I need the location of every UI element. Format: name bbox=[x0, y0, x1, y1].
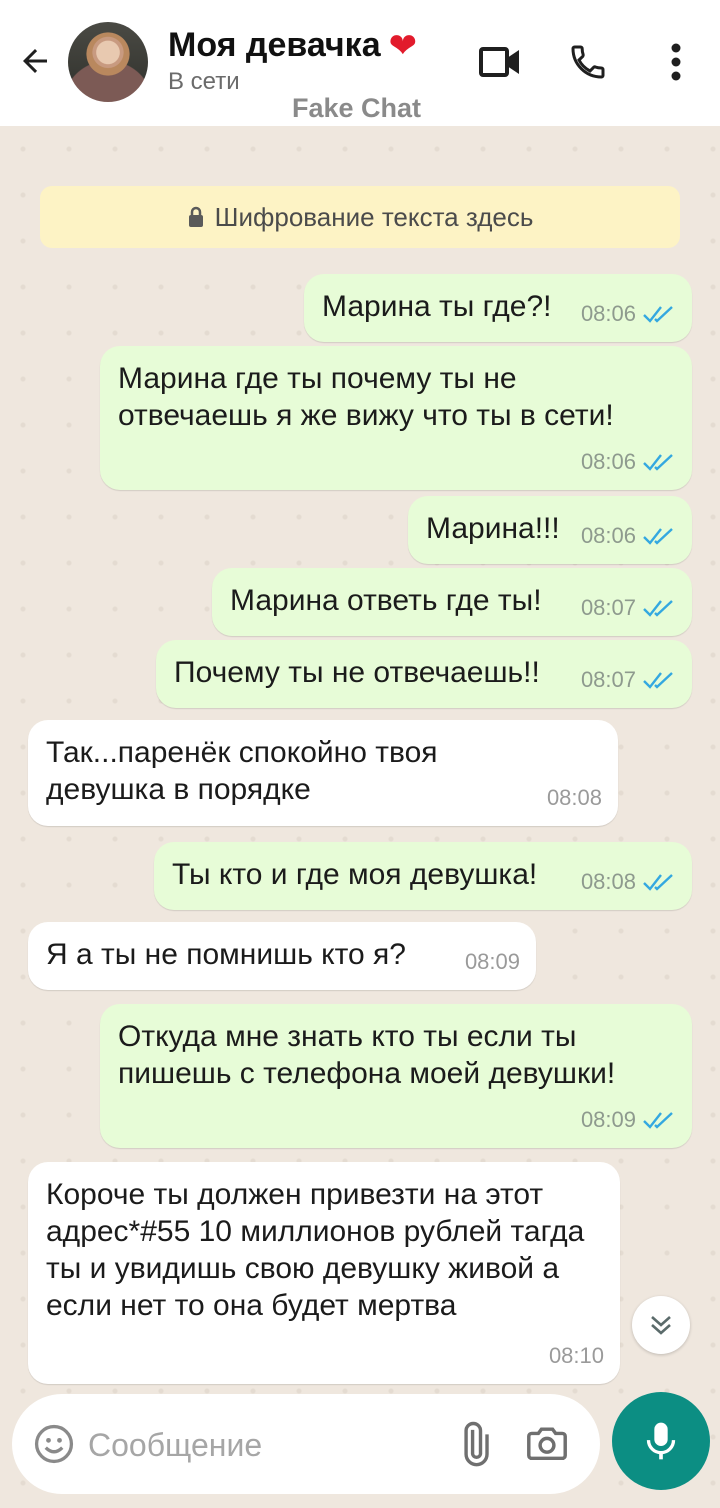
message-time: 08:09 bbox=[464, 949, 520, 974]
camera-icon bbox=[527, 1427, 567, 1461]
voice-call-button[interactable] bbox=[562, 36, 614, 88]
encryption-notice-text: Шифрование текста здесь bbox=[214, 201, 534, 232]
back-arrow-icon bbox=[23, 49, 47, 73]
message-bubble-outgoing[interactable]: Ты кто и где моя девушка! 08:08 bbox=[154, 842, 692, 910]
message-time: 08:10 bbox=[548, 1343, 604, 1368]
double-chevron-down-icon bbox=[651, 1316, 671, 1335]
avatar[interactable] bbox=[68, 22, 148, 102]
message-meta: 08:09 bbox=[465, 943, 520, 980]
message-bubble-incoming[interactable]: Я а ты не помнишь кто я? 08:09 bbox=[28, 922, 536, 990]
microphone-icon bbox=[646, 1422, 676, 1460]
message-meta: 08:10 bbox=[549, 1337, 604, 1374]
phone-icon bbox=[571, 45, 605, 79]
message-meta: 08:07 bbox=[581, 589, 676, 626]
camera-button[interactable] bbox=[524, 1420, 572, 1468]
more-vert-icon bbox=[671, 43, 681, 81]
message-bubble-outgoing[interactable]: Марина ответь где ты! 08:07 bbox=[212, 568, 692, 636]
chat-header: Моя девачка ❤ В сети Fake Chat bbox=[0, 0, 720, 126]
message-bubble-outgoing[interactable]: Почему ты не отвечаешь!! 08:07 bbox=[156, 640, 692, 708]
message-meta: 08:08 bbox=[581, 863, 676, 900]
watermark: Fake Chat bbox=[292, 93, 422, 123]
message-text: Марина ты где?! bbox=[322, 290, 552, 323]
double-check-icon bbox=[643, 671, 673, 689]
more-options-button[interactable] bbox=[650, 36, 702, 88]
message-time: 08:07 bbox=[580, 667, 636, 692]
message-meta: 08:09 bbox=[581, 1101, 676, 1138]
emoji-icon bbox=[34, 1424, 74, 1464]
message-text: Так...паренёк спокойно твоя девушка в по… bbox=[46, 736, 438, 806]
voice-message-button[interactable] bbox=[612, 1392, 710, 1490]
emoji-button[interactable] bbox=[32, 1422, 76, 1466]
message-time: 08:08 bbox=[580, 869, 636, 894]
double-check-icon bbox=[643, 453, 673, 471]
message-composer bbox=[12, 1394, 600, 1494]
message-meta: 08:07 bbox=[581, 661, 676, 698]
paperclip-icon bbox=[464, 1421, 489, 1467]
double-check-icon bbox=[643, 873, 673, 891]
contact-name: Моя девачка bbox=[168, 26, 381, 64]
message-time: 08:09 bbox=[580, 1107, 636, 1132]
message-meta: 08:06 bbox=[581, 517, 676, 554]
online-status: В сети bbox=[168, 68, 240, 95]
message-text: Короче ты должен привезти на этот адрес*… bbox=[46, 1178, 585, 1322]
message-time: 08:06 bbox=[580, 523, 636, 548]
encryption-notice[interactable]: Шифрование текста здесь bbox=[40, 186, 680, 248]
message-time: 08:07 bbox=[580, 595, 636, 620]
message-time: 08:06 bbox=[580, 449, 636, 474]
back-button[interactable] bbox=[14, 40, 56, 82]
message-bubble-incoming[interactable]: Так...паренёк спокойно твоя девушка в по… bbox=[28, 720, 618, 826]
message-text: Ты кто и где моя девушка! bbox=[172, 858, 538, 891]
message-text: Я а ты не помнишь кто я? bbox=[46, 938, 406, 971]
message-bubble-outgoing[interactable]: Марина где ты почему ты не отвечаешь я ж… bbox=[100, 346, 692, 490]
message-meta: 08:08 bbox=[547, 779, 602, 816]
message-bubble-outgoing[interactable]: Откуда мне знать кто ты если ты пишешь с… bbox=[100, 1004, 692, 1148]
video-call-icon bbox=[479, 47, 519, 77]
message-text: Откуда мне знать кто ты если ты пишешь с… bbox=[118, 1020, 616, 1090]
message-time: 08:06 bbox=[580, 301, 636, 326]
contact-name-row[interactable]: Моя девачка ❤ bbox=[168, 26, 417, 65]
message-text: Почему ты не отвечаешь!! bbox=[174, 656, 540, 689]
message-input[interactable] bbox=[88, 1422, 408, 1468]
message-time: 08:08 bbox=[546, 785, 602, 810]
heart-emoji: ❤ bbox=[388, 26, 418, 65]
lock-icon bbox=[188, 206, 203, 227]
scroll-to-bottom-button[interactable] bbox=[632, 1296, 690, 1354]
message-text: Марина где ты почему ты не отвечаешь я ж… bbox=[118, 362, 614, 432]
double-check-icon bbox=[643, 527, 673, 545]
message-text: Марина ответь где ты! bbox=[230, 584, 542, 617]
message-meta: 08:06 bbox=[581, 443, 676, 480]
message-text: Марина!!! bbox=[426, 512, 560, 545]
attach-button[interactable] bbox=[450, 1420, 498, 1468]
message-bubble-outgoing[interactable]: Марина ты где?! 08:06 bbox=[304, 274, 692, 342]
video-call-button[interactable] bbox=[474, 36, 526, 88]
double-check-icon bbox=[643, 599, 673, 617]
message-bubble-outgoing[interactable]: Марина!!! 08:06 bbox=[408, 496, 692, 564]
message-meta: 08:06 bbox=[581, 295, 676, 332]
message-bubble-incoming[interactable]: Короче ты должен привезти на этот адрес*… bbox=[28, 1162, 620, 1384]
double-check-icon bbox=[643, 1111, 673, 1129]
double-check-icon bbox=[643, 305, 673, 323]
